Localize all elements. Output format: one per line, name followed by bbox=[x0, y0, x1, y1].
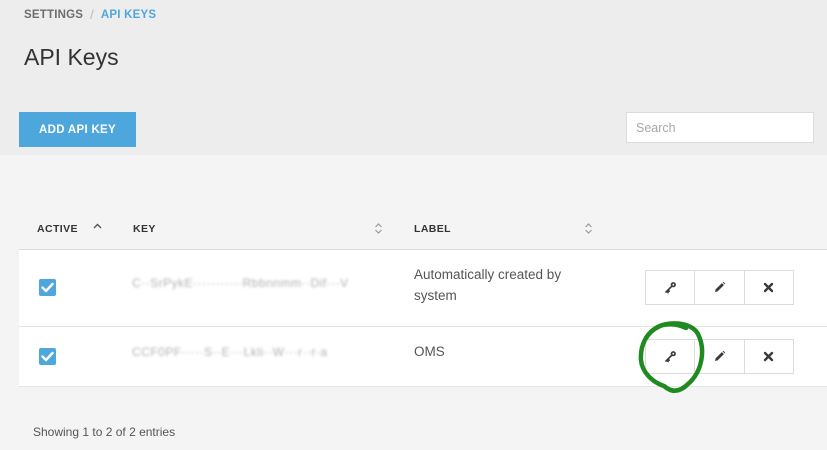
close-icon bbox=[764, 282, 774, 293]
table-row: CCF0PF·····S··E···Lkli··W···r··r·a OMS bbox=[19, 327, 827, 387]
edit-button[interactable] bbox=[695, 340, 745, 373]
column-header-label[interactable]: LABEL bbox=[414, 207, 604, 250]
api-key-value: C··SrPykE···········Rbbnnmm··Dif···V bbox=[132, 276, 349, 290]
column-label-label: LABEL bbox=[414, 222, 451, 235]
caret-up-icon bbox=[93, 223, 102, 229]
search-input[interactable] bbox=[626, 112, 814, 143]
table-header: ACTIVE KEY LABEL bbox=[19, 207, 827, 250]
column-label-key: KEY bbox=[133, 222, 156, 235]
api-keys-table: ACTIVE KEY LABEL C··SrPykE···········Rbb… bbox=[19, 207, 827, 387]
key-icon bbox=[664, 282, 676, 294]
page-header: SETTINGS / API KEYS API Keys ADD API KEY bbox=[0, 0, 827, 155]
close-icon bbox=[764, 351, 774, 362]
regenerate-key-button[interactable] bbox=[646, 271, 696, 304]
table-row: C··SrPykE···········Rbbnnmm··Dif···V Aut… bbox=[19, 250, 827, 327]
pencil-icon bbox=[714, 350, 726, 361]
row-actions bbox=[645, 339, 794, 374]
column-header-key[interactable]: KEY bbox=[133, 207, 393, 250]
active-checkbox[interactable] bbox=[39, 348, 56, 365]
api-key-label: Automatically created by system bbox=[414, 267, 562, 303]
edit-button[interactable] bbox=[695, 271, 745, 304]
regenerate-key-button[interactable] bbox=[646, 340, 696, 373]
delete-button[interactable] bbox=[745, 340, 793, 373]
check-icon bbox=[41, 351, 54, 362]
api-key-label: OMS bbox=[414, 344, 445, 359]
column-header-active[interactable]: ACTIVE bbox=[37, 207, 132, 250]
breadcrumb-settings[interactable]: SETTINGS bbox=[24, 9, 83, 21]
active-checkbox[interactable] bbox=[39, 279, 56, 296]
page-title: API Keys bbox=[24, 44, 119, 70]
api-key-value: CCF0PF·····S··E···Lkli··W···r··r·a bbox=[132, 345, 328, 359]
key-icon bbox=[664, 351, 676, 363]
check-icon bbox=[41, 282, 54, 293]
add-api-key-button[interactable]: ADD API KEY bbox=[19, 112, 136, 147]
breadcrumb-api-keys: API KEYS bbox=[100, 8, 157, 21]
column-label-active: ACTIVE bbox=[37, 222, 78, 235]
pencil-icon bbox=[714, 281, 726, 292]
sort-icon bbox=[375, 223, 382, 234]
delete-button[interactable] bbox=[745, 271, 793, 304]
breadcrumb-separator: / bbox=[90, 7, 94, 22]
row-actions bbox=[645, 270, 794, 305]
table-info: Showing 1 to 2 of 2 entries bbox=[33, 425, 176, 439]
breadcrumb: SETTINGS / API KEYS bbox=[24, 7, 156, 22]
sort-icon bbox=[585, 223, 592, 234]
